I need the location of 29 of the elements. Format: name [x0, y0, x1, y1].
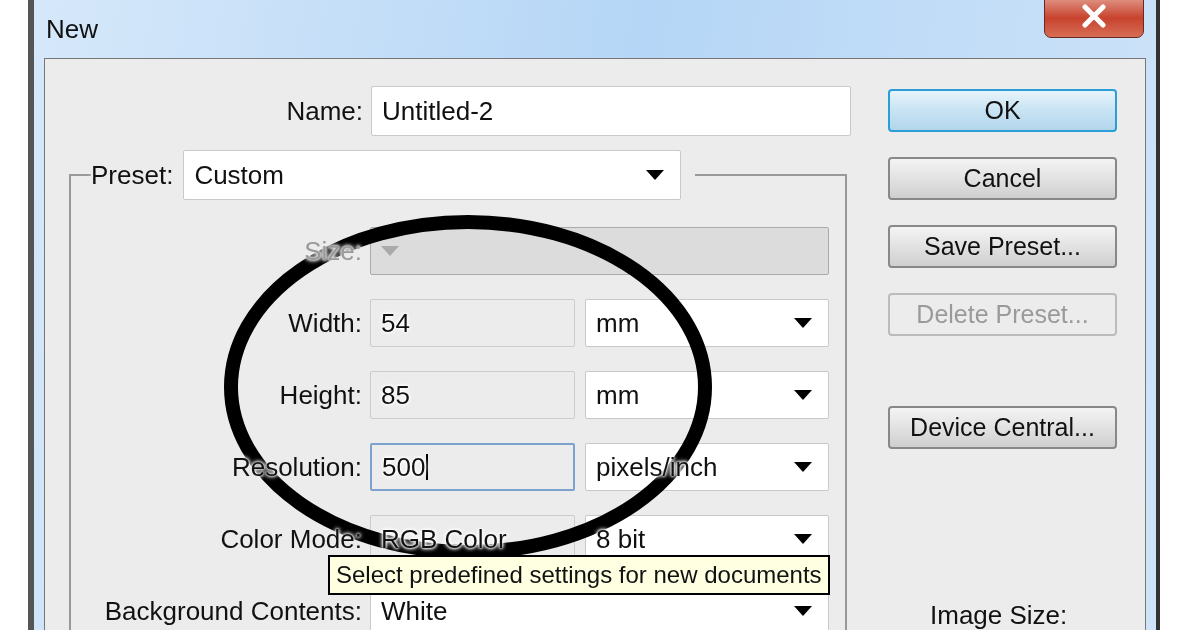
value-field[interactable]: 85	[370, 371, 575, 419]
field-label: Background Contents:	[104, 595, 362, 627]
value-field[interactable]: 500	[370, 443, 575, 491]
close-button[interactable]	[1044, 0, 1144, 38]
dialog-button[interactable]: OK	[888, 89, 1117, 132]
field-label: Color Mode:	[220, 523, 362, 555]
window-title: New	[46, 13, 98, 45]
value-field[interactable]: 54	[370, 299, 575, 347]
dialog-button[interactable]: Cancel	[888, 157, 1117, 200]
name-label: Name:	[286, 95, 363, 127]
preset-label: Preset:	[91, 159, 174, 191]
dropdown-arrow-icon	[794, 462, 812, 472]
close-icon	[1079, 4, 1109, 28]
unit-dropdown[interactable]: mm	[585, 299, 829, 347]
dropdown-arrow-icon	[794, 534, 812, 544]
dropdown-arrow-icon	[794, 606, 812, 616]
name-field[interactable]: Untitled-2	[371, 86, 851, 136]
tooltip: Select predefined settings for new documents	[328, 555, 830, 595]
dropdown-arrow-icon	[646, 170, 665, 180]
image-size-label: Image Size:	[929, 600, 1069, 630]
dropdown-arrow-icon	[794, 390, 812, 400]
dropdown-arrow-icon	[381, 246, 399, 256]
dialog-button[interactable]: Save Preset...	[888, 225, 1117, 268]
field-label: Width:	[288, 307, 362, 339]
unit-dropdown[interactable]: mm	[585, 371, 829, 419]
field-label: Height:	[279, 379, 362, 411]
dropdown-arrow-icon	[794, 318, 812, 328]
dialog-button[interactable]: Device Central...	[888, 406, 1117, 449]
preset-dropdown[interactable]: Custom	[183, 150, 682, 200]
